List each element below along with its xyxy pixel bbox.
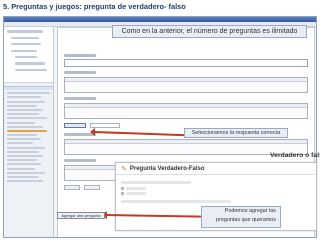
- preview-title: Pregunta Verdadero-Falso: [129, 165, 205, 172]
- idevice-item-selected[interactable]: [7, 129, 47, 132]
- idevice-item[interactable]: [7, 121, 35, 124]
- radio-icon[interactable]: [121, 192, 124, 195]
- field-label: [64, 71, 96, 74]
- preview-option[interactable]: [121, 192, 311, 195]
- idevice-item[interactable]: [7, 104, 37, 107]
- preview-text-line: [126, 192, 146, 195]
- idevice-panel-header: [4, 86, 53, 90]
- idevice-item[interactable]: [7, 100, 45, 103]
- idevice-item[interactable]: [7, 108, 43, 111]
- idevice-item[interactable]: [7, 159, 37, 162]
- idevice-item[interactable]: [7, 142, 33, 145]
- idevice-item[interactable]: [7, 180, 43, 183]
- idevice-item[interactable]: [7, 163, 41, 166]
- preview-text-line: [121, 181, 191, 184]
- tree-item[interactable]: [7, 55, 50, 61]
- callout-unlimited-questions: Como en la anterior, el número de pregun…: [112, 25, 307, 38]
- instructions-editor[interactable]: [64, 77, 308, 93]
- editor-toolbar[interactable]: [65, 140, 307, 144]
- slide-title: 5. Preguntas y juegos: pregunta de verda…: [3, 2, 186, 11]
- tree-item[interactable]: [7, 30, 50, 35]
- preview-window-label: Verdadero o falso: [270, 152, 320, 159]
- idevice-item[interactable]: [7, 175, 39, 178]
- idevice-item[interactable]: [7, 113, 39, 116]
- idevice-item[interactable]: [7, 96, 41, 99]
- preview-header: ✎ Pregunta Verdadero-Falso: [116, 163, 316, 175]
- callout-add-questions: Podemos agregar las preguntas que queram…: [201, 206, 281, 228]
- action-button[interactable]: [64, 185, 80, 190]
- preview-body: [116, 175, 316, 209]
- tree-item[interactable]: [7, 49, 50, 55]
- idevice-item[interactable]: [7, 146, 45, 149]
- tree-item[interactable]: [7, 36, 50, 42]
- question-editor[interactable]: [64, 103, 308, 119]
- preview-text-line: [126, 187, 146, 190]
- radio-icon[interactable]: [121, 187, 124, 190]
- idevice-item[interactable]: [7, 125, 43, 128]
- field-label: [64, 159, 96, 162]
- pencil-icon: ✎: [121, 165, 127, 173]
- outline-tree: [4, 27, 53, 83]
- idevice-item[interactable]: [7, 138, 41, 141]
- editor-toolbar[interactable]: [65, 78, 307, 82]
- idevice-item[interactable]: [7, 167, 35, 170]
- action-button[interactable]: [84, 185, 100, 190]
- callout-select-correct: Seleccionamos la respuesta correcta: [184, 128, 288, 138]
- idevice-item[interactable]: [7, 150, 39, 153]
- add-question-button[interactable]: Agregar otra pregunta: [57, 212, 105, 219]
- preview-text-line: [121, 200, 231, 203]
- title-input[interactable]: [64, 59, 308, 67]
- idevice-item[interactable]: [7, 134, 37, 137]
- sidebar: [4, 27, 54, 237]
- true-false-selector[interactable]: [64, 123, 86, 128]
- tree-item[interactable]: [7, 62, 50, 67]
- idevice-item[interactable]: [7, 117, 47, 120]
- editor-toolbar[interactable]: [65, 104, 307, 108]
- idevice-item[interactable]: [7, 155, 43, 157]
- field-label: [64, 54, 96, 57]
- tree-item[interactable]: [7, 68, 50, 74]
- field-label: [64, 97, 96, 100]
- preview-option[interactable]: [121, 187, 311, 190]
- idevice-item[interactable]: [7, 171, 45, 174]
- idevice-item[interactable]: [7, 92, 50, 95]
- tree-item[interactable]: [7, 43, 50, 48]
